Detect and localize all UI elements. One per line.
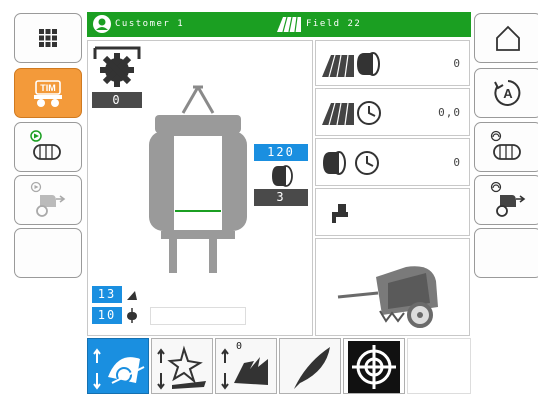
- tim-tractor-icon: TIM: [34, 80, 62, 107]
- target-button[interactable]: [343, 338, 405, 394]
- field-name: Field 22: [306, 19, 362, 29]
- auto-mode-icon: A: [494, 80, 521, 106]
- field-time-icon: [322, 101, 381, 126]
- feather-icon: [294, 347, 330, 389]
- customer-icon: [93, 15, 111, 33]
- field-time-value: 0,0: [438, 106, 461, 119]
- baler-top-view: [149, 85, 247, 273]
- customer-name: Customer 1: [115, 19, 185, 29]
- bale-count: 3: [254, 189, 308, 206]
- auto-mode-label: A: [503, 86, 513, 101]
- eject-button[interactable]: [14, 175, 82, 225]
- machine-panel: 0 120 3 13 10: [87, 40, 313, 336]
- pickup-button[interactable]: [87, 338, 149, 394]
- home-icon: [496, 25, 520, 51]
- grid-menu-icon: [39, 29, 57, 47]
- auto-mode-button[interactable]: A: [474, 68, 538, 118]
- baler-settings-button[interactable]: [474, 175, 538, 225]
- home-button[interactable]: [474, 13, 538, 63]
- tilt-icon: [127, 291, 137, 300]
- knife-button[interactable]: [151, 338, 213, 394]
- menu-button[interactable]: [14, 13, 82, 63]
- rotor-value: 0: [92, 92, 142, 108]
- feather-button[interactable]: [279, 338, 341, 394]
- knife-pressure-icon: [127, 308, 137, 323]
- tim-button[interactable]: TIM: [14, 68, 82, 118]
- knife-icon: [157, 345, 206, 390]
- rotor-button[interactable]: 0: [215, 338, 277, 394]
- baler-side-icon: [337, 266, 438, 328]
- baler-eject-icon: [30, 181, 66, 217]
- tilt-value[interactable]: 13: [92, 286, 122, 303]
- auto-bale-button[interactable]: [14, 122, 82, 172]
- bale-settings-icon: [490, 130, 521, 160]
- pressure-target[interactable]: 120: [254, 144, 308, 161]
- status-header: Customer 1 Field 22: [87, 12, 471, 37]
- message-field: [150, 307, 246, 325]
- pickup-icon: [93, 348, 145, 390]
- tim-label: TIM: [40, 83, 56, 93]
- function-bar: 0: [87, 338, 471, 394]
- rotor-gear-icon: [93, 46, 141, 87]
- net-wrap-tile[interactable]: [315, 188, 470, 236]
- baler-view-tile[interactable]: [315, 238, 470, 336]
- bale-auto-icon: [30, 130, 61, 160]
- net-wrap-icon: [332, 204, 348, 223]
- bale-settings-button[interactable]: [474, 122, 538, 172]
- bale-time-value: 0: [453, 156, 461, 169]
- field-time-tile[interactable]: 0,0: [315, 88, 470, 136]
- field-bales-tile[interactable]: 0: [315, 40, 470, 86]
- target-icon: [348, 341, 400, 393]
- bale-icon: [272, 165, 293, 187]
- field-icon: [277, 17, 301, 32]
- bale-time-tile[interactable]: 0: [315, 138, 470, 186]
- empty-bottom-slot[interactable]: [407, 338, 471, 394]
- knife-value[interactable]: 10: [92, 307, 122, 324]
- empty-right-slot[interactable]: [474, 228, 538, 278]
- baler-settings-icon: [490, 181, 526, 217]
- field-bales-value: 0: [453, 57, 461, 70]
- empty-left-slot[interactable]: [14, 228, 82, 278]
- field-bale-icon: [322, 52, 380, 77]
- bale-time-icon: [323, 151, 379, 175]
- rotor-icon: [221, 348, 268, 390]
